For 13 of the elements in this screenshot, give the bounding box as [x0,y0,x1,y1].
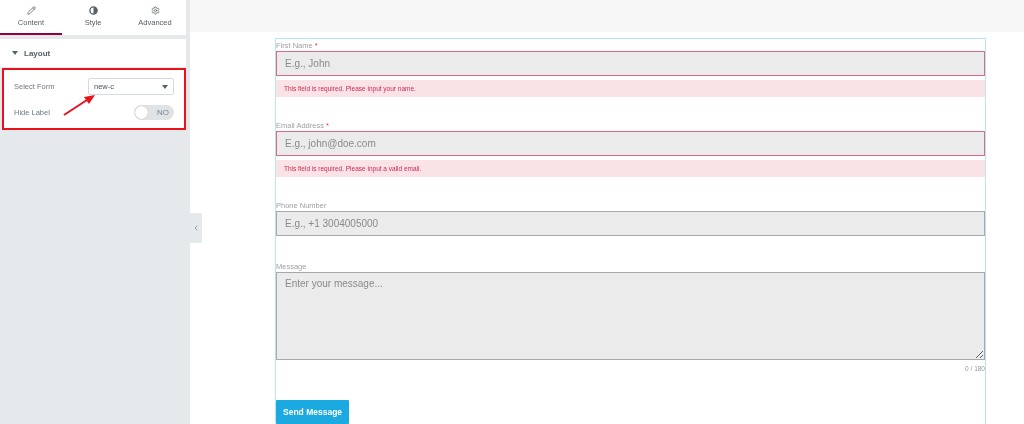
settings-icon [150,6,160,15]
text-field[interactable]: E.g., +1 3004005000 [276,211,985,236]
chevron-left-icon [192,224,200,232]
message-field[interactable]: Enter your message... [276,272,985,360]
annotation-arrow [62,93,96,117]
collapse-handle[interactable] [190,213,202,243]
text-field[interactable]: E.g., John [276,51,985,76]
pencil-icon [26,6,36,15]
text-field[interactable]: E.g., john@doe.com [276,131,985,156]
section-title: Layout [24,48,51,58]
caret-icon [162,84,168,89]
contrast-icon [88,6,98,15]
section-header[interactable]: Layout [0,39,186,67]
